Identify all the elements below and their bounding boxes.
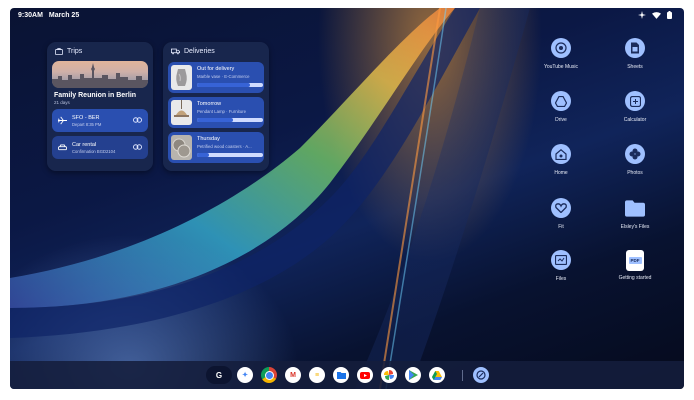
flight-subtitle: Depart 8:35 PM xyxy=(72,121,102,127)
car-rental-subtitle: Confirmation BGD2104 xyxy=(72,148,116,154)
marble-vase-image xyxy=(171,65,192,90)
files-app-icon[interactable] xyxy=(333,367,349,383)
flight-row[interactable]: SFO - BER Depart 8:35 PM xyxy=(52,109,148,132)
app-elsleys-files[interactable]: Elsley's Files xyxy=(607,198,663,231)
google-icon: G xyxy=(215,370,223,380)
assistant-icon[interactable]: ✦ xyxy=(237,367,253,383)
app-getting-started[interactable]: PDF Getting started xyxy=(607,250,663,282)
date: March 25 xyxy=(48,12,80,19)
delivery-item[interactable]: Out for delivery Marble vase · E-Commerc… xyxy=(168,62,264,93)
delivery-status: Out for delivery xyxy=(197,66,235,72)
pdf-icon: PDF xyxy=(628,257,642,264)
photos-app-icon[interactable] xyxy=(381,367,397,383)
app-label: YouTube Music xyxy=(543,64,579,70)
desktop: 9:30AM March 25 Trips Family Reunion in … xyxy=(10,8,684,389)
berlin-skyline-image[interactable] xyxy=(52,61,148,88)
sheets-icon xyxy=(631,42,639,54)
delivery-item[interactable]: Tomorrow Pendant Lamp · Furniture xyxy=(168,97,264,128)
app-label: Calculator xyxy=(623,117,647,123)
shelf-divider xyxy=(462,370,463,381)
trips-widget[interactable]: Trips Family Reunion in Berlin 21 days S… xyxy=(47,42,153,171)
app-files[interactable]: Files xyxy=(533,250,589,283)
photos-icon xyxy=(629,148,641,160)
delivery-progress-fill xyxy=(197,83,250,87)
trips-title: Trips xyxy=(67,48,83,55)
link-icon[interactable] xyxy=(133,117,142,123)
play-store-icon[interactable] xyxy=(405,367,421,383)
status-bar: 9:30AM March 25 xyxy=(18,12,83,19)
shelf: G ✦ M ≡ xyxy=(10,361,684,389)
delivery-item-name: Petrified wood coasters · A... xyxy=(197,144,252,149)
app-label: Photos xyxy=(627,170,643,176)
app-label: Files xyxy=(555,276,567,282)
drive-app-icon[interactable] xyxy=(429,367,445,383)
delivery-progress-fill xyxy=(197,118,234,122)
app-sheets[interactable]: Sheets xyxy=(607,38,663,71)
app-fit[interactable]: Fit xyxy=(533,198,589,231)
delivery-progress-fill xyxy=(197,153,209,157)
delivery-progress xyxy=(197,118,263,122)
launcher-button[interactable]: G xyxy=(206,366,232,384)
youtube-music-icon xyxy=(555,42,567,54)
wifi-icon xyxy=(652,11,661,19)
delivery-item-name: Marble vase · E-Commerce xyxy=(197,74,250,79)
deliveries-title: Deliveries xyxy=(184,48,215,55)
app-label: Home xyxy=(554,170,568,176)
app-label: Getting started xyxy=(618,275,652,281)
status-tray[interactable] xyxy=(638,11,672,19)
sparkle-icon[interactable] xyxy=(638,11,646,19)
trip-title: Family Reunion in Berlin xyxy=(54,92,137,99)
delivery-status: Tomorrow xyxy=(197,101,222,107)
app-home[interactable]: Home xyxy=(533,144,589,177)
delivery-item-name: Pendant Lamp · Furniture xyxy=(197,109,246,114)
delivery-progress xyxy=(197,83,263,87)
home-icon xyxy=(555,148,567,160)
airplane-icon xyxy=(57,116,67,125)
app-label: Elsley's Files xyxy=(620,224,650,230)
delivery-item[interactable]: Thursday Petrified wood coasters · A... xyxy=(168,132,264,163)
docs-icon[interactable]: ≡ xyxy=(309,367,325,383)
car-rental-row[interactable]: Car rental Confirmation BGD2104 xyxy=(52,136,148,159)
app-calculator[interactable]: Calculator xyxy=(607,91,663,124)
truck-icon xyxy=(171,48,180,55)
battery-icon xyxy=(667,11,672,19)
chrome-icon[interactable] xyxy=(261,367,277,383)
launcher-icon[interactable] xyxy=(473,367,489,383)
car-icon xyxy=(57,144,67,151)
youtube-icon[interactable] xyxy=(357,367,373,383)
deliveries-widget[interactable]: Deliveries Out for delivery Marble vase … xyxy=(163,42,269,171)
car-rental-title: Car rental xyxy=(72,141,97,148)
files-icon xyxy=(555,255,567,265)
trip-duration: 21 days xyxy=(54,100,70,105)
drive-icon xyxy=(555,95,567,107)
wood-coasters-image xyxy=(171,135,192,160)
app-youtube-music[interactable]: YouTube Music xyxy=(533,38,589,71)
app-label: Drive xyxy=(555,117,567,123)
app-label: Sheets xyxy=(627,64,643,70)
suitcase-icon xyxy=(55,48,63,55)
link-icon[interactable] xyxy=(133,144,142,150)
app-label: Fit xyxy=(558,224,564,230)
flight-title: SFO - BER xyxy=(72,114,100,121)
app-photos[interactable]: Photos xyxy=(607,144,663,177)
delivery-status: Thursday xyxy=(197,136,220,142)
folder-icon xyxy=(625,199,645,217)
clock: 9:30AM xyxy=(18,12,43,19)
pendant-lamp-image xyxy=(171,100,192,125)
delivery-progress xyxy=(197,153,263,157)
app-drive[interactable]: Drive xyxy=(533,91,589,124)
calculator-icon xyxy=(629,95,641,107)
gmail-icon[interactable]: M xyxy=(285,367,301,383)
fit-icon xyxy=(555,203,567,213)
